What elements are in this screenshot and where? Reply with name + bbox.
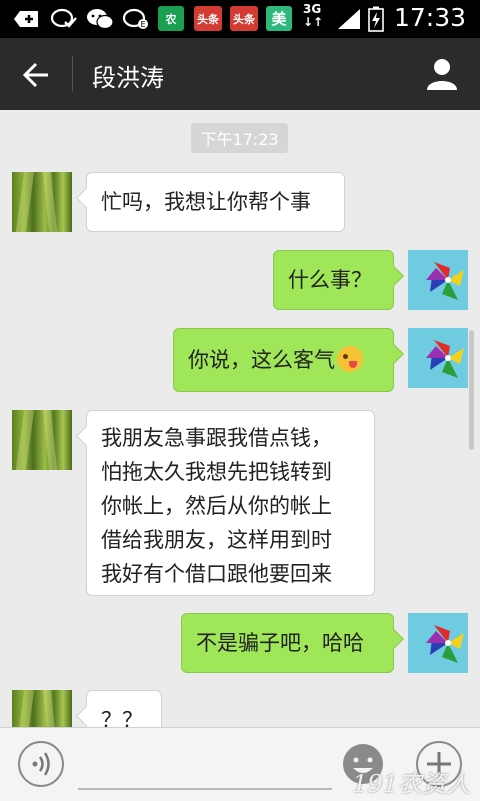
title-bar: 段洪涛 [0, 38, 480, 110]
watermark: 191农资人 [352, 770, 470, 798]
contact-avatar[interactable] [12, 172, 72, 232]
title-divider [72, 56, 73, 92]
profile-button[interactable] [424, 56, 460, 92]
pinwheel-icon [408, 328, 468, 388]
wechat-check-icon: E [122, 7, 150, 31]
my-avatar[interactable] [408, 250, 468, 310]
wechat-check-icon [50, 7, 78, 31]
person-icon [427, 59, 457, 90]
message-bubble-right[interactable]: 什么事？ [273, 250, 394, 310]
contact-avatar[interactable] [12, 690, 72, 727]
app-badge-nong: 农 [158, 6, 184, 31]
my-avatar[interactable] [408, 328, 468, 388]
signal-icon [336, 7, 362, 31]
message-input[interactable] [78, 742, 332, 790]
message-line: 怕拖太久我想先把钱转到 [101, 460, 332, 484]
app-badge-toutiao: 头条 [230, 6, 258, 31]
message-bubble-left[interactable]: 我朋友急事跟我借点钱， 怕拖太久我想先把钱转到 你帐上，然后从你的帐上 借给我朋… [86, 410, 375, 596]
pinwheel-icon [408, 613, 468, 673]
app-badge-toutiao: 头条 [194, 6, 222, 31]
wink-tongue-emoji [337, 346, 363, 372]
add-notification-icon [12, 7, 40, 31]
message-bubble-left[interactable]: ？？ [86, 690, 162, 727]
pinwheel-icon [408, 250, 468, 310]
message-bubble-right[interactable]: 你说，这么客气 [173, 328, 394, 392]
message-line: 我好有个借口跟他要回来 [101, 562, 332, 586]
message-line: 你帐上，然后从你的帐上 [101, 494, 332, 518]
timestamp-badge: 下午17:23 [191, 123, 288, 153]
status-time: 17:33 [393, 3, 466, 32]
voice-icon [32, 752, 50, 776]
battery-charging-icon [368, 6, 384, 32]
back-button[interactable] [18, 58, 54, 92]
arrow-left-icon [22, 62, 48, 88]
wechat-icon [86, 7, 114, 31]
message-line: 借给我朋友，这样用到时 [101, 528, 332, 552]
network-type: 3G ↓↑ [303, 2, 324, 29]
chat-title: 段洪涛 [92, 64, 164, 92]
message-line: 我朋友急事跟我借点钱， [101, 426, 332, 450]
my-avatar[interactable] [408, 613, 468, 673]
svg-text:E: E [140, 20, 145, 29]
scrollbar[interactable] [469, 330, 474, 450]
status-bar: E 农 头条 头条 美 3G ↓↑ 17:33 [0, 0, 480, 38]
chat-area[interactable]: 下午17:23 忙吗，我想让你帮个事 什么事？ 你说，这么客气 我朋友急事跟我借… [0, 110, 480, 727]
message-bubble-left[interactable]: 忙吗，我想让你帮个事 [86, 172, 345, 232]
app-badge-mei: 美 [266, 6, 292, 31]
message-bubble-right[interactable]: 不是骗子吧，哈哈 [181, 613, 394, 673]
contact-avatar[interactable] [12, 410, 72, 470]
voice-button[interactable] [18, 741, 64, 787]
